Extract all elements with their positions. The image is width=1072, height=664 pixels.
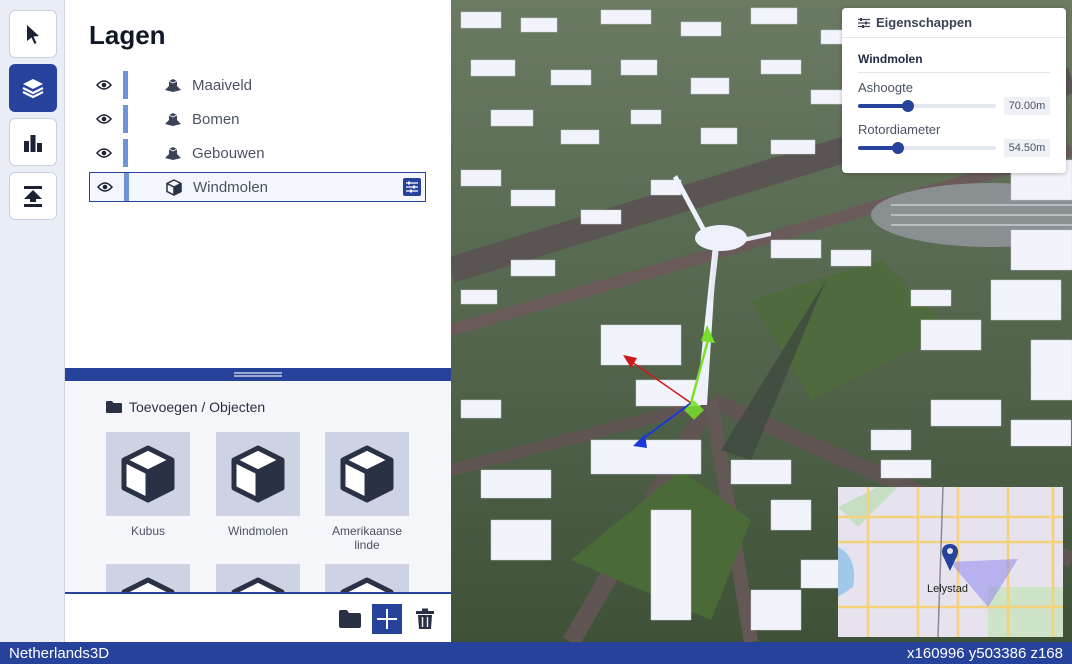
rotordiameter-slider[interactable]	[858, 142, 996, 154]
object-card-kubus[interactable]: Kubus	[106, 432, 190, 538]
cursor-icon	[27, 25, 39, 44]
add-object-button[interactable]	[372, 604, 402, 634]
layer-indent-bar	[124, 173, 129, 201]
layer-indent-bar	[123, 71, 128, 99]
layer-row-gebouwen[interactable]: Gebouwen	[89, 138, 426, 168]
terrain-layer-icon	[162, 111, 184, 127]
status-bar: Netherlands3D x160996 y503386 z168	[0, 642, 1072, 664]
cube-icon	[163, 178, 185, 196]
delete-button[interactable]	[410, 604, 440, 634]
object-thumbnail	[106, 432, 190, 516]
objects-breadcrumb: Toevoegen / Objecten	[105, 399, 265, 415]
rotordiameter-label: Rotordiameter	[858, 122, 941, 137]
terrain-layer-icon	[162, 145, 184, 161]
ashoogte-slider[interactable]	[858, 100, 996, 112]
minimap-city-label: Lelystad	[927, 583, 968, 595]
folder-icon	[339, 610, 361, 628]
slider-knob[interactable]	[892, 142, 905, 154]
cube-icon	[231, 445, 285, 503]
objects-action-bar	[65, 592, 451, 642]
objects-breadcrumb-text: Toevoegen / Objecten	[129, 399, 266, 415]
layer-row-windmolen[interactable]: Windmolen	[89, 172, 426, 202]
layers-panel-title: Lagen	[89, 20, 166, 50]
visibility-toggle[interactable]	[89, 147, 119, 159]
layer-label: Gebouwen	[192, 144, 265, 162]
cube-icon	[121, 445, 175, 503]
properties-header: Eigenschappen	[842, 8, 1066, 38]
drag-handle-icon	[234, 371, 282, 377]
layers-panel: Lagen Maaiveld Bomen Gebouwen Windmolen	[65, 0, 451, 368]
folder-icon	[106, 401, 122, 413]
coordinates-readout: x160996 y503386 z168	[907, 644, 1063, 662]
layer-indent-bar	[123, 139, 128, 167]
trash-icon	[416, 608, 434, 629]
layers-tool-button[interactable]	[9, 64, 57, 112]
eye-icon	[96, 80, 112, 90]
bar-chart-icon	[24, 135, 42, 152]
import-tool-button[interactable]	[9, 172, 57, 220]
rotordiameter-value[interactable]: 54.50m	[1004, 139, 1050, 157]
layer-row-bomen[interactable]: Bomen	[89, 104, 426, 134]
layer-row-maaiveld[interactable]: Maaiveld	[89, 70, 426, 100]
main-toolbar	[0, 0, 65, 642]
minimap[interactable]: Lelystad	[838, 487, 1063, 637]
cube-icon	[340, 445, 394, 503]
divider	[858, 72, 1050, 73]
layer-label: Bomen	[192, 110, 240, 128]
cube-icon	[231, 577, 285, 593]
download-icon	[24, 186, 42, 207]
add-objects-panel: Toevoegen / Objecten Kubus Windmolen Ame…	[65, 381, 451, 593]
layer-label: Windmolen	[193, 178, 269, 196]
visibility-toggle[interactable]	[89, 79, 119, 91]
properties-title: Eigenschappen	[876, 15, 973, 30]
object-label: Kubus	[130, 524, 166, 538]
object-card[interactable]	[106, 564, 190, 593]
visibility-toggle[interactable]	[89, 113, 119, 125]
eye-icon	[97, 182, 113, 192]
sliders-icon	[406, 181, 418, 193]
app-name: Netherlands3D	[9, 644, 110, 662]
object-thumbnail	[106, 564, 190, 593]
panel-resize-handle[interactable]	[65, 368, 451, 381]
plus-icon	[377, 609, 397, 629]
object-label: Windmolen	[227, 524, 289, 538]
object-thumbnail	[216, 432, 300, 516]
object-thumbnail	[325, 432, 409, 516]
layer-properties-button[interactable]	[403, 178, 421, 196]
statistics-tool-button[interactable]	[9, 118, 57, 166]
sliders-icon	[858, 17, 870, 28]
ashoogte-value[interactable]: 70.00m	[1004, 97, 1050, 115]
layer-label: Maaiveld	[192, 76, 253, 94]
eye-icon	[96, 148, 112, 158]
object-card[interactable]	[216, 564, 300, 593]
object-thumbnail	[325, 564, 409, 593]
layer-indent-bar	[123, 105, 128, 133]
slider-knob[interactable]	[901, 100, 914, 112]
open-folder-button[interactable]	[335, 604, 365, 634]
layers-icon	[22, 79, 44, 99]
cube-icon	[121, 577, 175, 593]
object-label: Amerikaanse linde	[331, 524, 403, 552]
visibility-toggle[interactable]	[90, 181, 120, 193]
properties-section-title: Windmolen	[858, 52, 923, 66]
ashoogte-label: Ashoogte	[858, 80, 913, 95]
minimap-map	[838, 487, 1063, 637]
object-card[interactable]	[325, 564, 409, 593]
object-card-amerikaanse-linde[interactable]: Amerikaanse linde	[325, 432, 409, 552]
object-card-windmolen[interactable]: Windmolen	[216, 432, 300, 538]
cube-icon	[340, 577, 394, 593]
terrain-layer-icon	[162, 77, 184, 93]
slider-fill	[858, 104, 908, 108]
eye-icon	[96, 114, 112, 124]
select-tool-button[interactable]	[9, 10, 57, 58]
properties-panel: Eigenschappen Windmolen Ashoogte 70.00m …	[842, 8, 1066, 173]
object-thumbnail	[216, 564, 300, 593]
